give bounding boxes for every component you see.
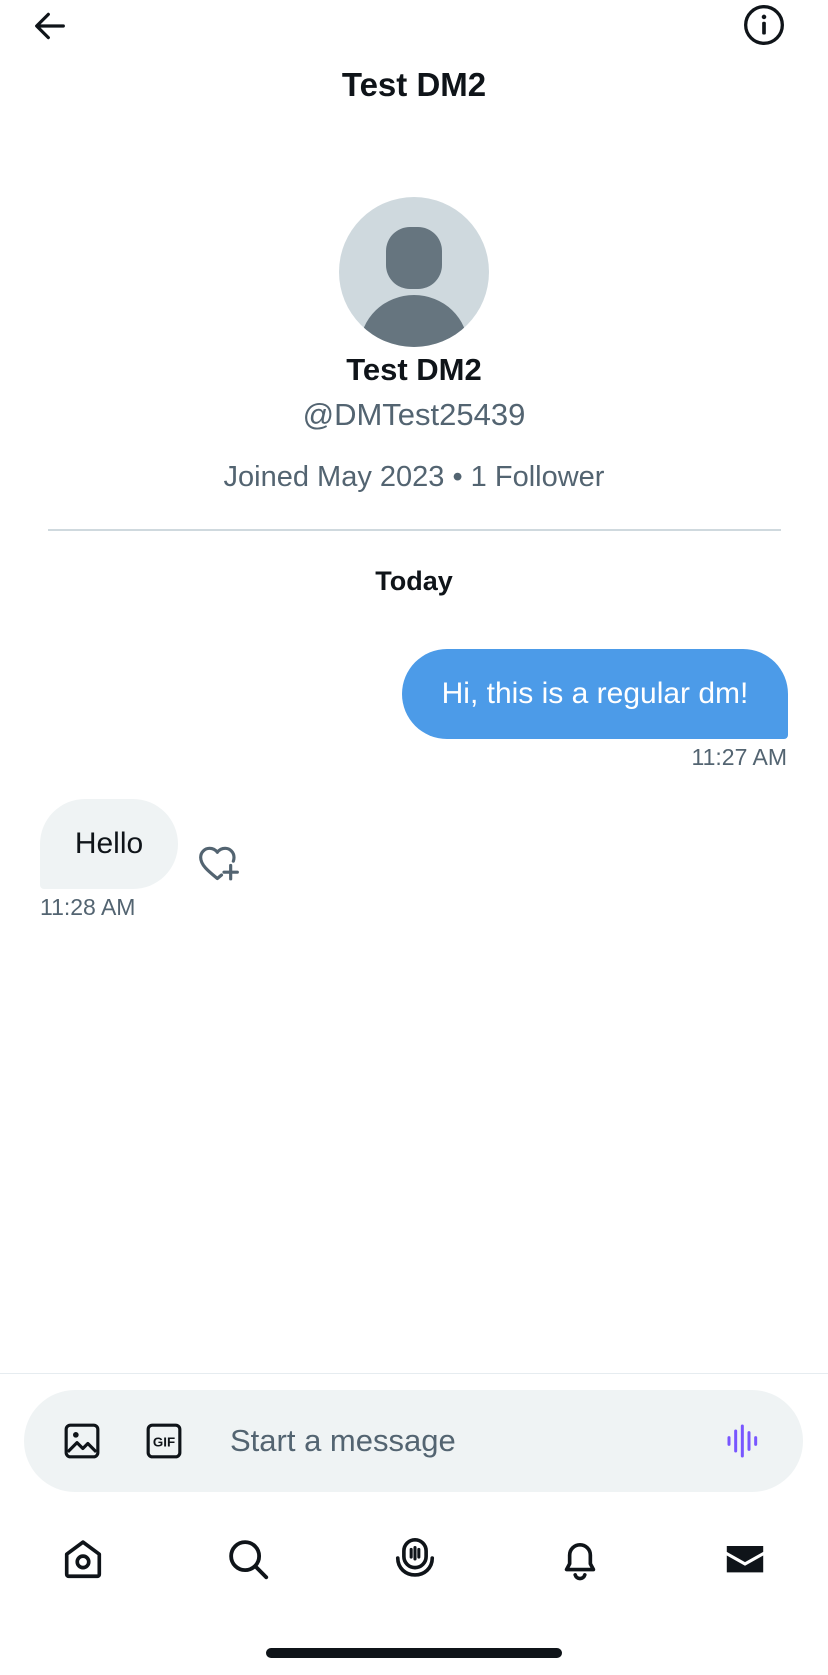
home-indicator (266, 1648, 562, 1658)
day-separator: Today (375, 566, 453, 596)
profile-handle: @DMTest25439 (302, 397, 526, 432)
tab-home[interactable] (53, 1534, 113, 1584)
message-text: Hi, this is a regular dm! (441, 677, 749, 710)
tab-notifications[interactable] (550, 1534, 610, 1584)
avatar[interactable] (339, 197, 489, 347)
conversation-title: Test DM2 (341, 66, 487, 103)
image-icon (64, 1423, 100, 1459)
message-timestamp: 11:27 AM (691, 744, 787, 770)
tab-spaces[interactable] (385, 1534, 445, 1584)
profile-meta: Joined May 2023 • 1 Follower (223, 461, 605, 493)
svg-text:GIF: GIF (153, 1435, 175, 1450)
message-composer: GIF (24, 1390, 803, 1492)
message-text: Hello (74, 827, 144, 860)
spaces-microphone-icon (395, 1538, 435, 1577)
message-bubble-outgoing[interactable]: Hi, this is a regular dm! (402, 649, 788, 739)
voice-message-button[interactable] (722, 1420, 766, 1462)
back-button[interactable] (28, 4, 72, 48)
gif-icon: GIF (146, 1423, 182, 1459)
bell-icon (564, 1543, 596, 1581)
message-input[interactable] (230, 1410, 700, 1472)
heart-plus-icon (199, 846, 239, 881)
add-image-button[interactable] (60, 1420, 104, 1462)
message-timestamp: 11:28 AM (40, 894, 136, 920)
search-icon (229, 1540, 269, 1580)
conversation-info-button[interactable] (741, 2, 787, 48)
profile-divider (48, 529, 781, 531)
home-icon (64, 1540, 102, 1579)
mail-icon (726, 1545, 764, 1573)
arrow-left-icon (35, 12, 65, 40)
default-avatar-icon (360, 227, 468, 347)
info-circle-icon (744, 5, 784, 45)
voice-waveform-icon (727, 1424, 758, 1458)
add-gif-button[interactable]: GIF (142, 1420, 186, 1462)
message-bubble-incoming[interactable]: Hello (40, 799, 178, 889)
dm-conversation-screen: Test DM2 Test DM2 @DMTest25439 Joined Ma… (0, 0, 828, 1675)
add-reaction-button[interactable] (196, 843, 242, 883)
tab-search[interactable] (218, 1534, 278, 1584)
composer-divider (0, 1373, 828, 1374)
profile-name: Test DM2 (346, 352, 482, 387)
tab-messages[interactable] (715, 1534, 775, 1584)
